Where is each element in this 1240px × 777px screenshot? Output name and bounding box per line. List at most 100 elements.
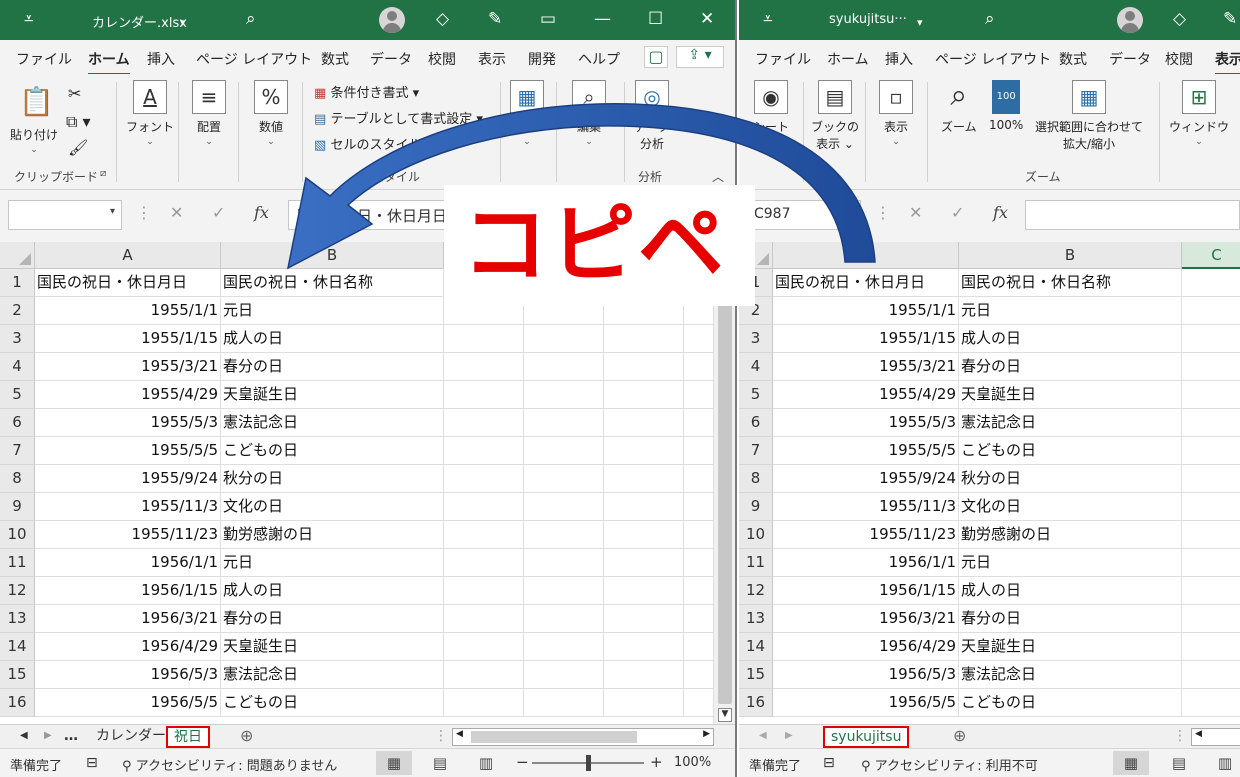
page-break-view-icon[interactable]: ▥ bbox=[1207, 751, 1240, 775]
select-all-button[interactable] bbox=[0, 242, 35, 269]
avatar[interactable] bbox=[1117, 7, 1143, 33]
normal-view-icon[interactable]: ▦ bbox=[1113, 751, 1149, 775]
empty-cell[interactable] bbox=[524, 493, 604, 521]
column-header-a[interactable]: A bbox=[35, 242, 221, 269]
date-cell[interactable]: 1956/5/3 bbox=[773, 661, 959, 689]
tab-review[interactable]: 校閲 bbox=[1165, 49, 1193, 69]
date-cell[interactable]: 1955/11/23 bbox=[773, 521, 959, 549]
row-header[interactable]: 2 bbox=[0, 297, 35, 325]
row-header[interactable]: 14 bbox=[739, 633, 773, 661]
date-cell[interactable]: 1955/1/1 bbox=[773, 297, 959, 325]
empty-cell[interactable] bbox=[444, 381, 524, 409]
date-cell[interactable]: 1956/5/5 bbox=[773, 689, 959, 717]
date-cell[interactable]: 1955/1/1 bbox=[35, 297, 221, 325]
empty-cell[interactable] bbox=[1182, 633, 1240, 661]
title-dropdown-icon[interactable]: ▾ bbox=[180, 13, 186, 33]
empty-cell[interactable] bbox=[444, 689, 524, 717]
empty-cell[interactable] bbox=[1182, 325, 1240, 353]
enter-icon[interactable]: ✓ bbox=[212, 203, 225, 222]
date-cell[interactable]: 1955/11/23 bbox=[35, 521, 221, 549]
scroll-left-icon[interactable]: ◀ bbox=[456, 729, 463, 739]
font-button[interactable]: A フォント ⌄ bbox=[126, 80, 174, 147]
date-cell[interactable]: 1955/9/24 bbox=[35, 465, 221, 493]
row-header[interactable]: 6 bbox=[0, 409, 35, 437]
collapse-ribbon-icon[interactable]: ︿ bbox=[712, 168, 724, 185]
empty-cell[interactable] bbox=[604, 661, 684, 689]
tab-help[interactable]: ヘルプ bbox=[578, 49, 620, 69]
holiday-name-cell[interactable]: 文化の日 bbox=[959, 493, 1182, 521]
prev-sheet-icon[interactable]: ◀ bbox=[759, 726, 767, 746]
row-header[interactable]: 10 bbox=[739, 521, 773, 549]
holiday-name-cell[interactable]: 成人の日 bbox=[221, 577, 444, 605]
date-cell[interactable]: 1955/5/3 bbox=[773, 409, 959, 437]
horizontal-scrollbar[interactable]: ◀ ▶ bbox=[452, 728, 714, 746]
pen-icon[interactable]: ✎ bbox=[488, 9, 502, 29]
empty-cell[interactable] bbox=[444, 353, 524, 381]
holiday-name-cell[interactable]: 国民の祝日・休日名称 bbox=[959, 269, 1182, 297]
empty-cell[interactable] bbox=[1182, 409, 1240, 437]
empty-cell[interactable] bbox=[1182, 381, 1240, 409]
tab-developer[interactable]: 開発 bbox=[528, 49, 556, 69]
search-icon[interactable]: ⌕ bbox=[985, 9, 995, 29]
empty-cell[interactable] bbox=[524, 521, 604, 549]
row-header[interactable]: 1 bbox=[0, 269, 35, 297]
row-header[interactable]: 15 bbox=[0, 661, 35, 689]
row-header[interactable]: 4 bbox=[739, 353, 773, 381]
empty-cell[interactable] bbox=[604, 353, 684, 381]
empty-cell[interactable] bbox=[444, 661, 524, 689]
zoom-out-icon[interactable]: − bbox=[516, 753, 529, 771]
date-cell[interactable]: 1956/1/1 bbox=[773, 549, 959, 577]
holiday-name-cell[interactable]: 天皇誕生日 bbox=[959, 381, 1182, 409]
empty-cell[interactable] bbox=[1182, 297, 1240, 325]
search-icon[interactable]: ⌕ bbox=[246, 9, 256, 29]
row-header[interactable]: 8 bbox=[739, 465, 773, 493]
date-cell[interactable]: 1955/5/5 bbox=[35, 437, 221, 465]
date-cell[interactable]: 1955/9/24 bbox=[773, 465, 959, 493]
close-icon[interactable]: ✕ bbox=[700, 9, 714, 29]
tab-home[interactable]: ホーム bbox=[88, 49, 130, 76]
page-layout-view-icon[interactable]: ▤ bbox=[422, 751, 458, 775]
row-header[interactable]: 5 bbox=[0, 381, 35, 409]
empty-cell[interactable] bbox=[524, 549, 604, 577]
row-header[interactable]: 13 bbox=[739, 605, 773, 633]
holiday-name-cell[interactable]: 秋分の日 bbox=[959, 465, 1182, 493]
date-cell[interactable]: 1955/1/15 bbox=[773, 325, 959, 353]
row-header[interactable]: 16 bbox=[0, 689, 35, 717]
add-sheet-icon[interactable]: ⊕ bbox=[953, 726, 966, 746]
holiday-name-cell[interactable]: 勤労感謝の日 bbox=[221, 521, 444, 549]
empty-cell[interactable] bbox=[604, 409, 684, 437]
empty-cell[interactable] bbox=[1182, 437, 1240, 465]
holiday-name-cell[interactable]: 天皇誕生日 bbox=[959, 633, 1182, 661]
row-header[interactable]: 14 bbox=[0, 633, 35, 661]
holiday-name-cell[interactable]: 勤労感謝の日 bbox=[959, 521, 1182, 549]
row-header[interactable]: 3 bbox=[739, 325, 773, 353]
empty-cell[interactable] bbox=[1182, 493, 1240, 521]
zoom-slider-thumb[interactable] bbox=[586, 755, 591, 771]
name-box[interactable]: ▾ bbox=[8, 200, 122, 230]
holiday-name-cell[interactable]: 憲法記念日 bbox=[221, 661, 444, 689]
empty-cell[interactable] bbox=[604, 549, 684, 577]
holiday-name-cell[interactable]: こどもの日 bbox=[221, 689, 444, 717]
cancel-icon[interactable]: ✕ bbox=[909, 203, 922, 222]
sheet-tab-syukujitsu[interactable]: syukujitsu bbox=[823, 726, 910, 748]
sheet-tab-calendar[interactable]: カレンダー bbox=[96, 726, 166, 746]
empty-cell[interactable] bbox=[524, 325, 604, 353]
quick-access-menu-icon[interactable]: ⩡ bbox=[763, 9, 773, 29]
holiday-name-cell[interactable]: 天皇誕生日 bbox=[221, 381, 444, 409]
date-cell[interactable]: 1955/5/3 bbox=[35, 409, 221, 437]
macro-record-icon[interactable]: ⊟ bbox=[86, 755, 98, 771]
normal-view-icon[interactable]: ▦ bbox=[376, 751, 412, 775]
tab-view[interactable]: 表示 bbox=[478, 49, 506, 69]
empty-cell[interactable] bbox=[444, 437, 524, 465]
holiday-name-cell[interactable]: 春分の日 bbox=[959, 605, 1182, 633]
empty-cell[interactable] bbox=[1182, 521, 1240, 549]
title-dropdown-icon[interactable]: ▾ bbox=[917, 13, 923, 33]
date-cell[interactable]: 1956/4/29 bbox=[773, 633, 959, 661]
date-cell[interactable]: 1956/1/1 bbox=[35, 549, 221, 577]
quick-access-menu-icon[interactable]: ⩡ bbox=[24, 9, 34, 29]
empty-cell[interactable] bbox=[524, 381, 604, 409]
tab-formulas[interactable]: 数式 bbox=[321, 49, 349, 69]
row-header[interactable]: 13 bbox=[0, 605, 35, 633]
next-sheet-icon[interactable]: ▶ bbox=[44, 726, 52, 746]
window-button[interactable]: ⊞ ウィンドウ ⌄ bbox=[1169, 80, 1229, 147]
